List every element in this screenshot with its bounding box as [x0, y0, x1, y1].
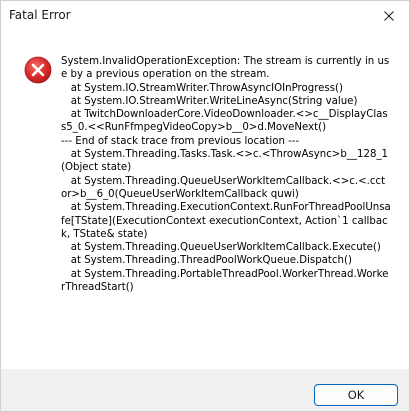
- error-icon: [24, 56, 52, 84]
- fatal-error-dialog: Fatal Error System.InvalidOperationExcep…: [0, 0, 410, 412]
- title-bar[interactable]: Fatal Error: [1, 1, 409, 31]
- ok-button[interactable]: OK: [314, 384, 398, 406]
- close-icon: [384, 11, 394, 21]
- button-bar: OK: [1, 369, 409, 411]
- dialog-body: System.InvalidOperationException: The st…: [1, 31, 409, 369]
- close-button[interactable]: [369, 1, 409, 31]
- error-message: System.InvalidOperationException: The st…: [61, 56, 391, 294]
- window-title: Fatal Error: [9, 8, 71, 22]
